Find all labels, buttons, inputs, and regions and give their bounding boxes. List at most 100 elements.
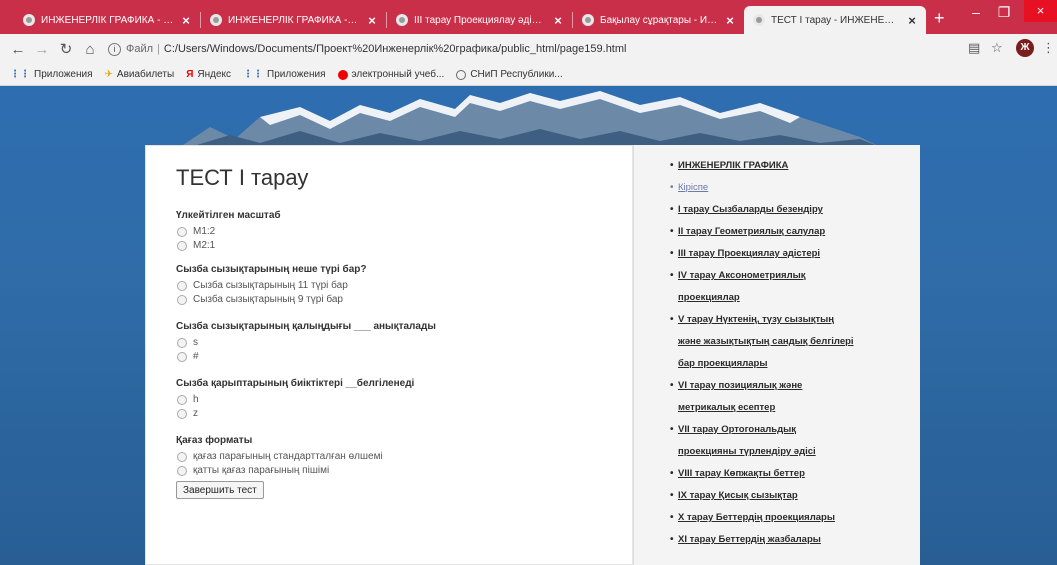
question-label: Сызба сызықтарының неше түрі бар? xyxy=(176,264,367,275)
url-divider: | xyxy=(157,43,160,55)
bookmark-item[interactable]: ⋮⋮ Приложения xyxy=(243,69,326,80)
answer-option[interactable]: қатты қағаз парағының пішімі xyxy=(176,464,383,477)
bullet-icon: • xyxy=(670,270,674,281)
bullet-icon: • xyxy=(670,534,674,545)
minimize-icon[interactable]: – xyxy=(962,4,990,20)
bookmark-item[interactable]: Я Яндекс xyxy=(186,69,231,80)
close-icon[interactable]: × xyxy=(906,13,918,28)
answer-option[interactable]: қағаз парағының стандартталған өлшемі xyxy=(176,450,383,463)
browser-tab-active[interactable]: ТЕСТ I тарау - ИНЖЕНЕРЛІК ГР × xyxy=(744,6,926,34)
radio-button[interactable] xyxy=(177,351,187,362)
window-close-button[interactable]: × xyxy=(1024,0,1057,22)
sidebar-item[interactable]: • XI тарау Беттердің жазбалары xyxy=(670,529,914,551)
question-block: Сызба қарыптарының биіктіктері __белгіле… xyxy=(176,378,414,421)
bookmark-label: Яндекс xyxy=(197,69,232,80)
radio-button[interactable] xyxy=(177,240,187,251)
translate-icon[interactable]: ▤ xyxy=(968,40,980,56)
tab-title: ИНЖЕНЕРЛІК ГРАФИКА - ИНЖ xyxy=(228,14,360,26)
reload-icon[interactable]: ↻ xyxy=(54,40,78,58)
radio-button[interactable] xyxy=(177,394,187,405)
toolbar: ← → ↻ ⌂ i Файл | C:/Users/Windows/Docume… xyxy=(0,34,1057,64)
menu-dots-icon[interactable]: ⋮ xyxy=(1042,40,1055,56)
tab-title: III тарау Проекциялау әдістері xyxy=(414,14,546,26)
globe-icon xyxy=(210,14,222,26)
bullet-icon: • xyxy=(670,160,674,171)
info-icon[interactable]: i xyxy=(108,42,121,56)
sidebar-item[interactable]: • III тарау Проекциялау әдістері xyxy=(670,243,914,265)
close-icon[interactable]: × xyxy=(724,13,736,28)
finish-test-button[interactable]: Завершить тест xyxy=(176,481,264,499)
home-icon[interactable]: ⌂ xyxy=(78,41,102,58)
new-tab-button[interactable]: + xyxy=(934,8,945,29)
sidebar-nav: • ИНЖЕНЕРЛІК ГРАФИКА • Кіріспе • I тарау Сы… xyxy=(670,155,914,551)
answer-option[interactable]: Сызба сызықтарының 9 түрі бар xyxy=(176,293,366,306)
bullet-icon: • xyxy=(670,424,674,435)
bookmark-item[interactable]: электронный учеб... xyxy=(337,69,445,80)
page-title: ТЕСТ I тарау xyxy=(176,165,309,190)
question-label: Қағаз форматы xyxy=(176,435,253,446)
option-label: s xyxy=(193,337,198,348)
browser-tab[interactable]: Бақылау сұрақтары - ИНЖЕНЕ × xyxy=(573,6,744,34)
question-block: Сызба сызықтарының қалыңдығы ___ анықтал… xyxy=(176,321,436,364)
close-icon[interactable]: × xyxy=(180,13,192,28)
option-label: M2:1 xyxy=(193,240,216,251)
radio-button[interactable] xyxy=(177,465,187,476)
sidebar-item[interactable]: • I тарау Сызбаларды безендіру xyxy=(670,199,914,221)
sidebar-item[interactable]: • IX тарау Қисық сызықтар xyxy=(670,485,914,507)
radio-button[interactable] xyxy=(177,451,187,462)
question-label: Үлкейтілген масштаб xyxy=(176,210,281,221)
bullet-icon: • xyxy=(670,204,674,215)
close-icon[interactable]: × xyxy=(552,13,564,28)
bullet-icon: • xyxy=(670,490,674,501)
option-label: M1:2 xyxy=(193,226,216,237)
tab-title: Бақылау сұрақтары - ИНЖЕНЕ xyxy=(600,14,718,26)
answer-option[interactable]: h xyxy=(176,393,414,406)
tab-title: ИНЖЕНЕРЛІК ГРАФИКА - ИНЖ xyxy=(41,14,174,26)
answer-option[interactable]: z xyxy=(176,407,414,420)
browser-tab[interactable]: ИНЖЕНЕРЛІК ГРАФИКА - ИНЖ × xyxy=(201,6,386,34)
option-label: қатты қағаз парағының пішімі xyxy=(193,465,330,476)
bullet-icon: • xyxy=(670,226,674,237)
tab-title: ТЕСТ I тарау - ИНЖЕНЕРЛІК ГР xyxy=(771,14,900,26)
sidebar-item[interactable]: • II тарау Геометриялық салулар xyxy=(670,221,914,243)
radio-button[interactable] xyxy=(177,294,187,305)
browser-tab[interactable]: III тарау Проекциялау әдістері × xyxy=(387,6,572,34)
sidebar-item[interactable]: • IV тарау Аксонометриялық проекциялар xyxy=(670,265,914,309)
sidebar-item[interactable]: • VI тарау позициялық және метрикалық есеп… xyxy=(670,375,914,419)
back-arrow-icon[interactable]: ← xyxy=(6,41,30,58)
answer-option[interactable]: s xyxy=(176,336,436,349)
page-viewport: ТЕСТ I тарау Үлкейтілген масштаб M1:2 M2… xyxy=(0,87,1057,565)
radio-button[interactable] xyxy=(177,280,187,291)
sidebar-item[interactable]: • ИНЖЕНЕРЛІК ГРАФИКА xyxy=(670,155,914,177)
star-icon[interactable]: ☆ xyxy=(991,40,1003,56)
radio-button[interactable] xyxy=(177,337,187,348)
close-icon[interactable]: × xyxy=(366,13,378,28)
bookmark-item[interactable]: ✈ Авиабилеты xyxy=(105,69,175,80)
bookmarks-bar: ⋮⋮ Приложения ✈ Авиабилеты Я Яндекс ⋮⋮ П… xyxy=(0,64,1057,86)
radio-button[interactable] xyxy=(177,408,187,419)
sidebar-item[interactable]: • VII тарау Ортогональдық проекцияны түрле… xyxy=(670,419,914,463)
radio-button[interactable] xyxy=(177,226,187,237)
sidebar-item[interactable]: • V тарау Нүктенің, түзу сызықтың және жаз… xyxy=(670,309,914,375)
bullet-icon: • xyxy=(670,182,674,193)
sidebar-item[interactable]: • Кіріспе xyxy=(670,177,914,199)
browser-tab[interactable]: ИНЖЕНЕРЛІК ГРАФИКА - ИНЖ × xyxy=(14,6,200,34)
bookmark-item[interactable]: СНиП Республики... xyxy=(456,69,563,80)
red-dot-icon xyxy=(337,69,348,80)
forward-arrow-icon[interactable]: → xyxy=(30,41,54,58)
question-block: Сызба сызықтарының неше түрі бар? Сызба … xyxy=(176,264,366,307)
sidebar-item[interactable]: • VIII тарау Көпжақты беттер xyxy=(670,463,914,485)
answer-option[interactable]: Сызба сызықтарының 11 түрі бар xyxy=(176,279,366,292)
answer-option[interactable]: M1:2 xyxy=(176,225,281,238)
question-label: Сызба қарыптарының биіктіктері __белгіле… xyxy=(176,378,415,389)
bookmark-item[interactable]: ⋮⋮ Приложения xyxy=(10,69,93,80)
answer-option[interactable]: # xyxy=(176,350,436,363)
url-text: C:/Users/Windows/Documents/Проект%20Инже… xyxy=(163,43,627,55)
question-block: Үлкейтілген масштаб M1:2 M2:1 xyxy=(176,210,281,253)
sidebar-item[interactable]: • X тарау Беттердің проекциялары xyxy=(670,507,914,529)
avatar[interactable]: Ж xyxy=(1016,39,1034,57)
address-bar[interactable]: i Файл | C:/Users/Windows/Documents/Прое… xyxy=(108,38,960,60)
maximize-icon[interactable]: ❐ xyxy=(990,4,1018,21)
bookmark-label: электронный учеб... xyxy=(351,69,445,80)
answer-option[interactable]: M2:1 xyxy=(176,239,281,252)
